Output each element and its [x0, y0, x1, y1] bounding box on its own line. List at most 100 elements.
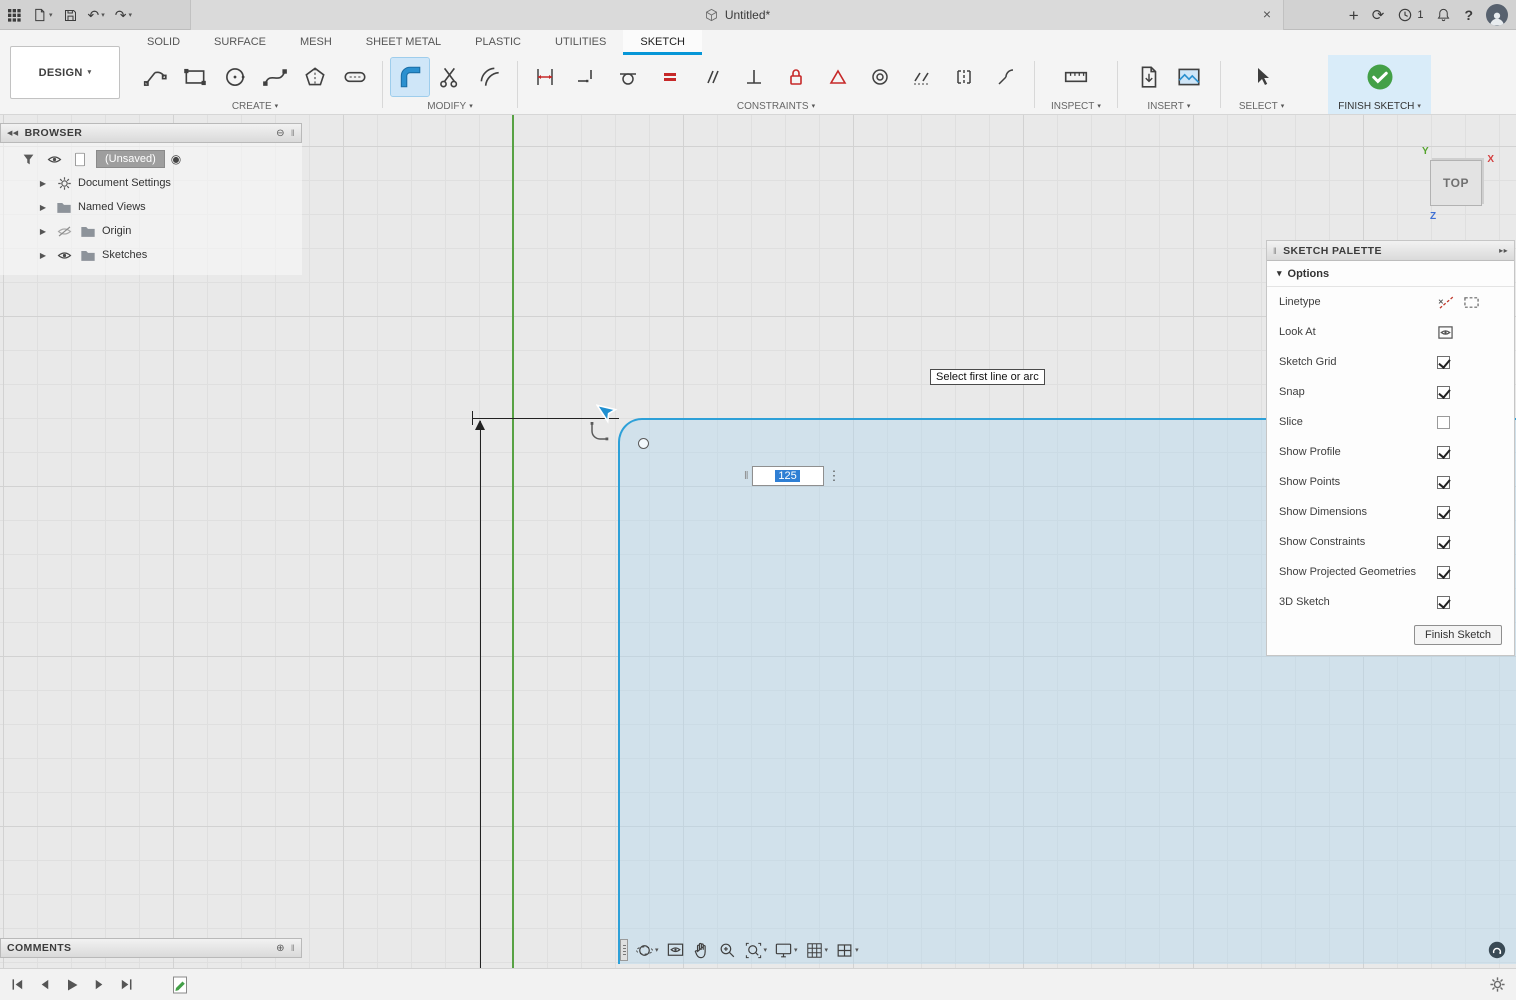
- select-tool[interactable]: [1243, 58, 1281, 96]
- new-tab-icon[interactable]: +: [1349, 7, 1359, 24]
- show-profile-checkbox[interactable]: [1437, 445, 1450, 459]
- look-at-icon[interactable]: [1437, 325, 1454, 340]
- app-grid-icon[interactable]: [6, 7, 22, 23]
- equal-constraint[interactable]: [650, 58, 690, 96]
- help-icon[interactable]: ?: [1464, 8, 1473, 22]
- collapse-panel-icon[interactable]: ▸▸: [1499, 246, 1508, 255]
- tab-mesh[interactable]: MESH: [283, 30, 349, 55]
- grid-snap-button[interactable]: ▾: [805, 941, 828, 960]
- zoom-button[interactable]: [718, 941, 737, 960]
- save-button[interactable]: [63, 8, 78, 23]
- tab-plastic[interactable]: PLASTIC: [458, 30, 538, 55]
- finish-sketch-palette-button[interactable]: Finish Sketch: [1413, 625, 1502, 645]
- browser-header[interactable]: ◀◀ BROWSER ⊖ ‖: [0, 123, 302, 143]
- trim-tool[interactable]: [431, 58, 469, 96]
- curvature-constraint[interactable]: [986, 58, 1026, 96]
- filter-icon[interactable]: [18, 153, 38, 166]
- collinear-constraint[interactable]: [902, 58, 942, 96]
- sketch-palette-header[interactable]: ‖ SKETCH PALETTE ▸▸: [1267, 241, 1514, 261]
- centerline-icon[interactable]: [1463, 295, 1480, 310]
- user-avatar[interactable]: [1486, 4, 1508, 26]
- display-settings-button[interactable]: ▾: [774, 941, 798, 960]
- show-constraints-checkbox[interactable]: [1437, 535, 1450, 549]
- tangent-constraint[interactable]: [608, 58, 648, 96]
- group-label-inspect[interactable]: INSPECT ▾: [1051, 98, 1101, 114]
- orbit-button[interactable]: ▾: [635, 941, 659, 960]
- parallel-constraint[interactable]: [692, 58, 732, 96]
- tab-surface[interactable]: SURFACE: [197, 30, 283, 55]
- tab-sheet-metal[interactable]: SHEET METAL: [349, 30, 458, 55]
- panel-grip-icon[interactable]: ‖: [1273, 246, 1277, 256]
- comments-header[interactable]: COMMENTS ⊕ ‖: [0, 938, 302, 958]
- visibility-eye-icon[interactable]: [54, 250, 74, 261]
- expander-icon[interactable]: ▶: [36, 251, 50, 260]
- perpendicular-constraint[interactable]: [734, 58, 774, 96]
- circle-tool[interactable]: [216, 58, 254, 96]
- slice-checkbox[interactable]: [1437, 415, 1450, 429]
- symmetry-constraint[interactable]: [944, 58, 984, 96]
- tree-row-sketches[interactable]: ▶ Sketches: [0, 243, 302, 267]
- viewport-canvas[interactable]: Select first line or arc ‖ 125 ⋮ ◀◀ BROW…: [0, 115, 1516, 968]
- group-label-create[interactable]: CREATE ▾: [232, 98, 278, 114]
- panel-grip-icon[interactable]: ‖: [291, 943, 295, 953]
- fix-constraint[interactable]: [776, 58, 816, 96]
- add-comment-icon[interactable]: ⊕: [276, 943, 285, 954]
- pan-button[interactable]: [692, 941, 711, 960]
- go-to-end-button[interactable]: [119, 977, 134, 992]
- group-label-finish-sketch[interactable]: FINISH SKETCH ▾: [1338, 98, 1421, 114]
- tab-utilities[interactable]: UTILITIES: [538, 30, 623, 55]
- show-dimensions-checkbox[interactable]: [1437, 505, 1450, 519]
- concentric-constraint[interactable]: [860, 58, 900, 96]
- root-document-label[interactable]: (Unsaved): [96, 150, 165, 168]
- insert-canvas-tool[interactable]: [1170, 58, 1208, 96]
- step-forward-button[interactable]: [92, 977, 107, 992]
- look-at-button[interactable]: [666, 941, 685, 960]
- snap-checkbox[interactable]: [1437, 385, 1450, 399]
- sketch-point-marker[interactable]: [638, 438, 649, 449]
- tree-row-named-views[interactable]: ▶ Named Views: [0, 195, 302, 219]
- spline-tool[interactable]: [256, 58, 294, 96]
- group-label-insert[interactable]: INSERT ▾: [1147, 98, 1190, 114]
- tab-solid[interactable]: SOLID: [130, 30, 197, 55]
- expander-icon[interactable]: ▶: [36, 179, 50, 188]
- offset-tool[interactable]: [471, 58, 509, 96]
- view-cube[interactable]: Y X Z TOP: [1422, 146, 1494, 222]
- viewports-button[interactable]: ▾: [835, 941, 859, 960]
- collapse-panel-icon[interactable]: ◀◀: [7, 129, 19, 137]
- expander-icon[interactable]: ▶: [36, 203, 50, 212]
- step-back-button[interactable]: [37, 977, 52, 992]
- timeline-settings-gear-icon[interactable]: [1489, 976, 1506, 993]
- line-tool[interactable]: [136, 58, 174, 96]
- file-menu-button[interactable]: ▾: [32, 7, 53, 23]
- tab-sketch[interactable]: SKETCH: [623, 30, 702, 55]
- group-label-select[interactable]: SELECT ▾: [1239, 98, 1284, 114]
- dimension-options-icon[interactable]: ⋮: [828, 468, 841, 484]
- dimension-input[interactable]: 125: [751, 466, 824, 486]
- extensions-icon[interactable]: ⟳: [1372, 8, 1385, 23]
- fillet-tool[interactable]: [390, 57, 430, 97]
- horizontal-vertical-constraint[interactable]: [566, 58, 606, 96]
- document-tab[interactable]: Untitled* ×: [190, 0, 1284, 30]
- midpoint-constraint[interactable]: [818, 58, 858, 96]
- finish-sketch-button[interactable]: [1361, 58, 1399, 96]
- hide-panel-icon[interactable]: ⊖: [276, 128, 285, 139]
- visibility-off-eye-icon[interactable]: [54, 225, 74, 237]
- insert-derive-tool[interactable]: [1130, 58, 1168, 96]
- measure-tool[interactable]: [1057, 58, 1095, 96]
- group-label-modify[interactable]: MODIFY ▾: [427, 98, 472, 114]
- undo-button[interactable]: ↶ ▾: [88, 8, 105, 22]
- notifications-icon[interactable]: [1436, 7, 1451, 23]
- sketch-dimension-tool[interactable]: [526, 58, 564, 96]
- job-status-icon[interactable]: [1397, 7, 1413, 23]
- visibility-eye-icon[interactable]: [44, 154, 64, 165]
- view-cube-face-top[interactable]: TOP: [1430, 160, 1482, 206]
- tree-row-root[interactable]: (Unsaved) ◉: [0, 147, 302, 171]
- activate-component-icon[interactable]: ◉: [171, 152, 181, 166]
- go-to-start-button[interactable]: [10, 977, 25, 992]
- play-button[interactable]: [64, 977, 80, 993]
- fit-button[interactable]: ▾: [744, 941, 767, 960]
- assistant-icon[interactable]: [1488, 941, 1506, 959]
- workspace-switcher[interactable]: DESIGN ▾: [10, 46, 120, 99]
- timeline-sketch-feature[interactable]: [172, 975, 189, 995]
- construction-line-icon[interactable]: [1438, 295, 1455, 310]
